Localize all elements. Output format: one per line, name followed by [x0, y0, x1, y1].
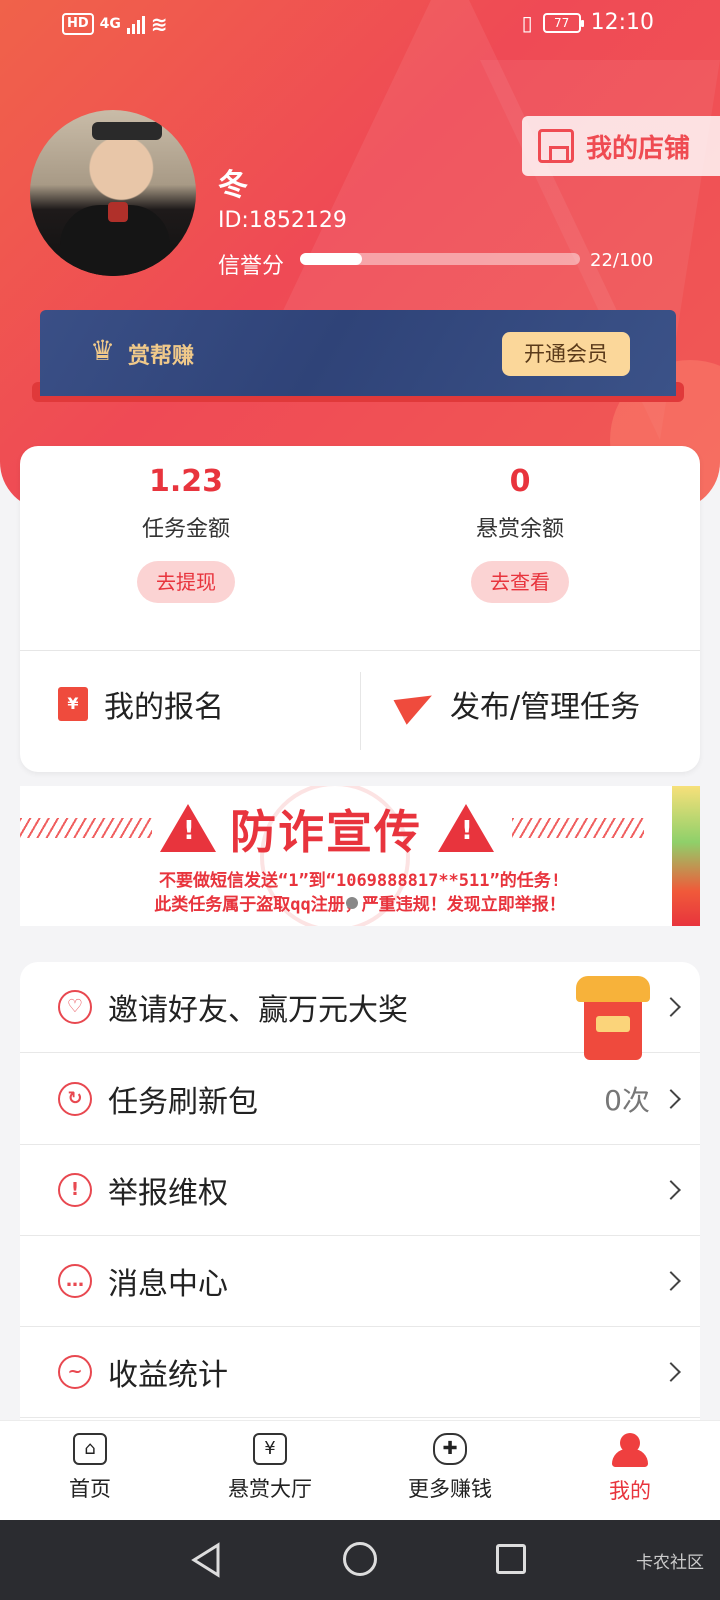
menu-item-label: 消息中心 [108, 1267, 228, 1302]
menu-item-label: 举报维权 [108, 1176, 228, 1211]
carousel-indicator [346, 897, 358, 909]
recent-apps-icon[interactable] [496, 1544, 526, 1574]
user-id: ID:1852129 [218, 208, 347, 233]
divider [360, 672, 361, 750]
home-nav-icon[interactable] [343, 1542, 377, 1576]
open-membership-button[interactable]: 开通会员 [502, 332, 630, 376]
heart-icon: ♡ [58, 990, 92, 1024]
battery-icon: 77 [542, 12, 584, 33]
task-amount-stat: 1.23 任务金额 去提现 [66, 464, 306, 603]
menu-item-value: 0次 [604, 1084, 650, 1117]
menu-item-label: 邀请好友、赢万元大奖 [108, 993, 408, 1028]
withdraw-button[interactable]: 去提现 [137, 561, 235, 603]
divider [20, 650, 700, 651]
chevron-right-icon [661, 1271, 681, 1291]
reward-balance-label: 悬赏余额 [475, 517, 564, 542]
reward-balance-stat: 0 悬赏余额 去查看 [400, 464, 640, 603]
home-icon: ⌂ [73, 1433, 107, 1465]
wifi-icon: ≋ [150, 12, 168, 36]
store-icon [538, 129, 574, 163]
menu-item-label: 收益统计 [108, 1358, 228, 1393]
decor-hatch [20, 818, 152, 838]
clipboard-icon: ¥ [58, 687, 88, 721]
vibrate-icon: ▯ [521, 10, 533, 35]
credit-progress-fill [300, 253, 362, 265]
tab-mine[interactable]: 我的 [560, 1433, 700, 1505]
clock: 12:10 [590, 10, 654, 35]
my-shop-button[interactable]: 我的店铺 [522, 116, 720, 176]
warning-icon: ! [58, 1173, 92, 1207]
banner-line-2: 此类任务属于盗取qq注册，严重违规！发现立即举报！ [154, 895, 566, 915]
username: 冬 [218, 168, 248, 203]
status-right: ▯ 77 12:10 [522, 10, 654, 35]
watermark: 卡农社区 [636, 1553, 704, 1573]
warning-icon [438, 804, 494, 852]
avatar[interactable] [30, 110, 196, 276]
menu-list: ♡ 邀请好友、赢万元大奖 ↻ 任务刷新包 0次 ! 举报维权 … 消息中心 ~ … [20, 962, 700, 1422]
tab-label: 更多赚钱 [408, 1477, 492, 1501]
message-icon: … [58, 1264, 92, 1298]
menu-item-earnings[interactable]: ~ 收益统计 [20, 1327, 700, 1418]
red-envelope-icon [576, 976, 650, 1060]
chevron-right-icon [661, 997, 681, 1017]
menu-item-invite[interactable]: ♡ 邀请好友、赢万元大奖 [20, 962, 700, 1060]
reward-balance-value: 0 [509, 464, 531, 499]
user-icon [612, 1433, 648, 1467]
crown-icon: ♛ [90, 334, 116, 367]
tab-reward-hall[interactable]: ¥ 悬赏大厅 [200, 1433, 340, 1503]
signal-icon [126, 14, 145, 34]
credit-value: 22/100 [590, 250, 654, 271]
my-signup-label: 我的报名 [104, 690, 224, 725]
my-shop-label: 我的店铺 [586, 133, 691, 164]
anti-fraud-banner[interactable]: 防诈宣传 不要做短信发送“1”到“1069888817**511”的任务! 此类… [20, 786, 700, 926]
tab-home[interactable]: ⌂ 首页 [20, 1433, 160, 1503]
banner-title: 防诈宣传 [230, 805, 422, 859]
refresh-icon: ↻ [58, 1082, 92, 1116]
chevron-right-icon [661, 1089, 681, 1109]
status-bar: HD 4G ≋ ▯ 77 12:10 [0, 0, 720, 50]
credit-label: 信誉分 [218, 254, 285, 279]
decor-hatch [512, 818, 644, 838]
task-amount-value: 1.23 [148, 464, 224, 499]
chevron-right-icon [661, 1180, 681, 1200]
credit-progress-bar [300, 253, 580, 265]
tab-label: 悬赏大厅 [228, 1477, 312, 1501]
bottom-tab-bar: ⌂ 首页 ¥ 悬赏大厅 ✚ 更多赚钱 我的 [0, 1420, 720, 1520]
chevron-right-icon [661, 1362, 681, 1382]
view-balance-button[interactable]: 去查看 [471, 561, 569, 603]
warning-icon [160, 804, 216, 852]
gamepad-icon: ✚ [433, 1433, 467, 1465]
tab-label: 我的 [609, 1479, 651, 1503]
menu-item-refresh-pack[interactable]: ↻ 任务刷新包 0次 [20, 1054, 700, 1145]
status-left: HD 4G ≋ [62, 12, 168, 36]
back-icon[interactable] [190, 1542, 222, 1578]
vip-banner[interactable]: ♛ 赏帮赚 开通会员 [40, 310, 676, 396]
my-signup-button[interactable]: ¥ 我的报名 [58, 682, 224, 726]
task-amount-label: 任务金额 [141, 517, 230, 542]
menu-item-label: 任务刷新包 [108, 1085, 258, 1120]
paper-plane-icon [393, 683, 439, 725]
hd-icon: HD [62, 13, 94, 35]
menu-item-messages[interactable]: … 消息中心 [20, 1236, 700, 1327]
tab-more-earn[interactable]: ✚ 更多赚钱 [380, 1433, 520, 1503]
publish-task-label: 发布/管理任务 [450, 690, 641, 725]
tab-label: 首页 [69, 1477, 111, 1501]
yuan-icon: ¥ [253, 1433, 287, 1465]
menu-item-report[interactable]: ! 举报维权 [20, 1145, 700, 1236]
next-banner-peek [672, 786, 700, 926]
publish-task-button[interactable]: 发布/管理任务 [393, 682, 641, 726]
wallet-card: 1.23 任务金额 去提现 0 悬赏余额 去查看 ¥ 我的报名 发布/管理任务 [20, 446, 700, 772]
system-navigation-bar: 卡农社区 [0, 1520, 720, 1600]
vip-title: 赏帮赚 [128, 344, 195, 369]
chart-icon: ~ [58, 1355, 92, 1389]
banner-line-1: 不要做短信发送“1”到“1069888817**511”的任务! [159, 871, 561, 891]
network-type: 4G [99, 16, 121, 32]
